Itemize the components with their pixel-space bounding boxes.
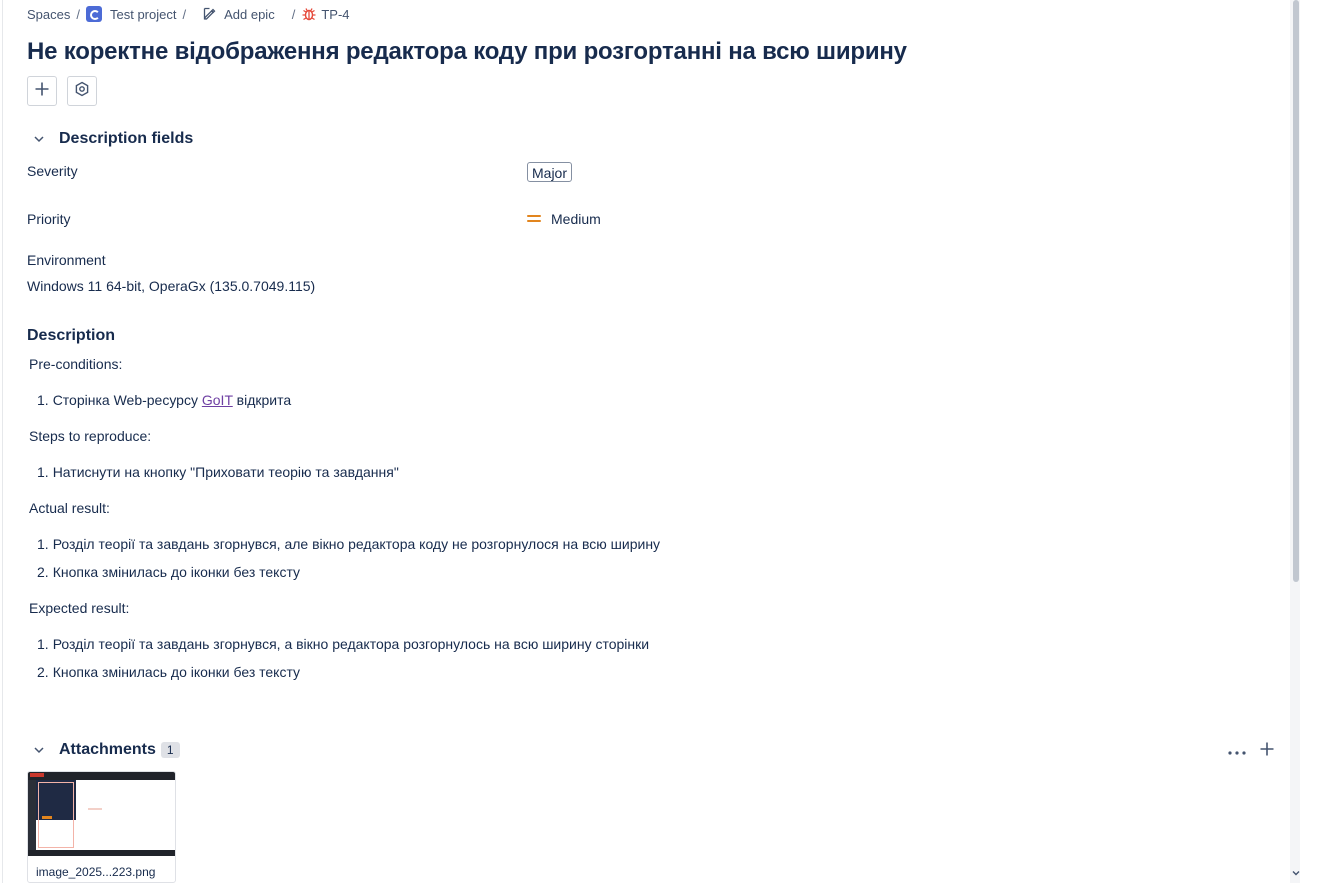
list-number: 2.: [37, 664, 49, 680]
issue-page: Spaces / Test project / Add epic / TP-4 …: [0, 0, 1329, 883]
list-number: 1.: [37, 464, 49, 480]
breadcrumb-issue-key[interactable]: TP-4: [321, 7, 349, 22]
more-actions-button[interactable]: [1227, 741, 1247, 761]
chevron-down-icon: [31, 742, 47, 758]
list-text: Розділ теорії та завдань згорнувся, але …: [52, 536, 661, 552]
list-number: 1.: [37, 636, 49, 652]
list-number: 1.: [37, 536, 49, 552]
thumb-sidebar: [28, 780, 36, 856]
breadcrumb: Spaces / Test project / Add epic / TP-4: [27, 5, 350, 23]
issue-panel: [2, 0, 1289, 883]
preconditions-label: Pre-conditions:: [29, 356, 123, 372]
plus-icon: [1259, 741, 1275, 762]
list-item: 1. Сторінка Web-ресурсу GoIT відкрита: [37, 392, 291, 408]
breadcrumb-separator: /: [182, 6, 187, 22]
environment-label: Environment: [27, 252, 106, 268]
list-number: 2.: [37, 564, 49, 580]
pencil-icon: [202, 6, 218, 22]
scrollbar-thumb[interactable]: [1293, 0, 1299, 582]
list-item: 1. Розділ теорії та завдань згорнувся, а …: [37, 636, 649, 652]
breadcrumb-separator: /: [76, 6, 80, 22]
attachments-toggle[interactable]: Attachments 1: [31, 741, 180, 759]
breadcrumb-project-label[interactable]: Test project: [110, 7, 176, 22]
issue-title[interactable]: Не коректне відображення редактора коду …: [27, 38, 907, 66]
plus-icon: [34, 81, 50, 102]
goit-link[interactable]: GoIT: [202, 392, 233, 408]
list-item: 1. Натиснути на кнопку "Приховати теорію …: [37, 464, 399, 480]
more-icon: [1228, 742, 1246, 760]
list-text: Розділ теорії та завдань згорнувся, а ві…: [52, 636, 650, 652]
thumb-topbar: [28, 772, 175, 780]
apps-button[interactable]: [67, 76, 97, 106]
steps-label: Steps to reproduce:: [29, 428, 152, 444]
scroll-down-chevron-icon[interactable]: [1290, 868, 1302, 880]
breadcrumb-add-epic[interactable]: Add epic: [202, 6, 275, 22]
breadcrumb-issue[interactable]: TP-4: [301, 6, 350, 22]
list-item: 2. Кнопка змінилась до іконки без тексту: [37, 564, 300, 580]
severity-label: Severity: [27, 163, 78, 179]
priority-medium-icon: [527, 215, 541, 223]
breadcrumb-project[interactable]: Test project: [86, 6, 176, 22]
list-item: 2. Кнопка змінилась до іконки без тексту: [37, 664, 300, 680]
attachment-thumbnail[interactable]: [28, 772, 175, 856]
description-heading: Description: [27, 327, 116, 344]
thumb-text: [88, 808, 102, 810]
project-icon: [86, 6, 102, 22]
list-number: 1.: [37, 392, 49, 408]
attachment-filename[interactable]: image_2025...223.png: [36, 865, 155, 879]
actual-result-label: Actual result:: [29, 500, 110, 516]
list-text: Сторінка Web-ресурсу: [52, 392, 202, 408]
expected-result-label: Expected result:: [29, 600, 130, 616]
hexagon-gear-icon: [74, 81, 90, 102]
breadcrumb-spaces[interactable]: Spaces: [27, 7, 70, 22]
add-button[interactable]: [27, 76, 57, 106]
list-text: Кнопка змінилась до іконки без тексту: [52, 664, 301, 680]
thumb-highlight: [38, 782, 74, 848]
thumb-button: [42, 816, 52, 819]
attachment-card[interactable]: image_2025...223.png: [27, 771, 176, 883]
add-attachment-button[interactable]: [1257, 741, 1277, 761]
priority-value[interactable]: Medium: [527, 211, 601, 227]
thumb-tab: [30, 773, 44, 777]
list-text: Кнопка змінилась до іконки без тексту: [52, 564, 301, 580]
thumb-bottombar: [28, 850, 175, 856]
list-text: Натиснути на кнопку "Приховати теорію та…: [52, 464, 399, 480]
description-fields-heading: Description fields: [59, 130, 194, 147]
chevron-down-icon: [31, 131, 47, 147]
list-text: відкрита: [232, 392, 292, 408]
environment-value[interactable]: Windows 11 64-bit, OperaGx (135.0.7049.1…: [27, 278, 315, 294]
description-fields-toggle[interactable]: Description fields: [31, 130, 193, 148]
priority-value-label: Medium: [551, 211, 601, 227]
breadcrumb-separator: /: [291, 6, 296, 22]
attachments-heading: Attachments: [59, 741, 156, 758]
bug-icon: [301, 6, 317, 22]
attachments-actions: [1227, 741, 1277, 761]
severity-value[interactable]: Major: [527, 162, 573, 182]
priority-label: Priority: [27, 211, 71, 227]
breadcrumb-add-epic-label[interactable]: Add epic: [224, 7, 275, 22]
list-item: 1. Розділ теорії та завдань згорнувся, ал…: [37, 536, 660, 552]
attachments-count-badge: 1: [160, 742, 180, 758]
breadcrumb-spaces-label[interactable]: Spaces: [27, 7, 70, 22]
